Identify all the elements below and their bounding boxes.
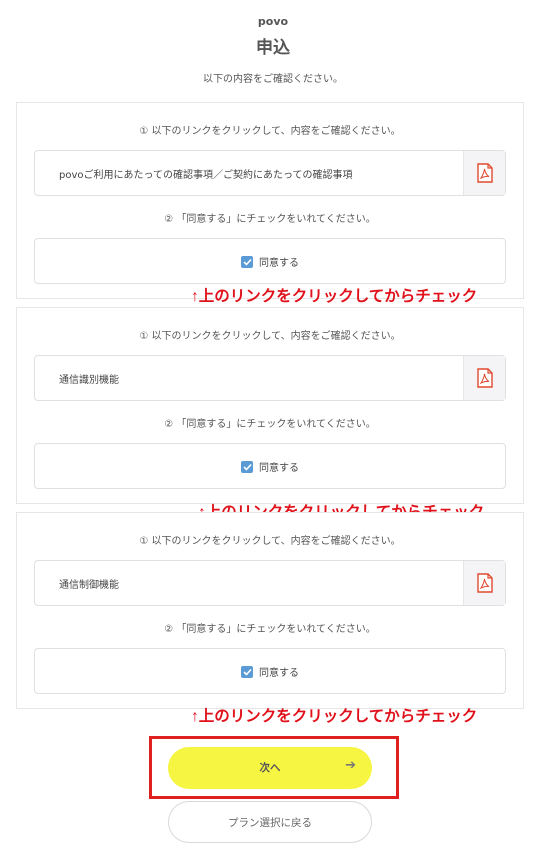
check-instruction: ② 「同意する」にチェックをいれてください。 <box>164 624 376 635</box>
link-instruction: ① 以下のリンクをクリックして、内容をご確認ください。 <box>139 331 401 342</box>
annotation-note-3: ↑上のリンクをクリックしてからチェック <box>191 708 478 725</box>
back-to-plan-button[interactable]: プラン選択に戻る <box>168 801 372 843</box>
arrow-right-icon: ➔ <box>345 758 356 773</box>
consent-section-2: ① 以下のリンクをクリックして、内容をご確認ください。 通信識別機能 ② 「同意… <box>16 307 524 504</box>
document-link-terms[interactable]: povoご利用にあたっての確認事項／ご契約にあたっての確認事項 <box>34 150 506 196</box>
consent-section-3: ① 以下のリンクをクリックして、内容をご確認ください。 通信制御機能 ② 「同意… <box>16 512 524 709</box>
pdf-icon[interactable] <box>463 561 505 605</box>
agree-label: 同意する <box>259 463 299 474</box>
checkmark-icon[interactable] <box>241 460 253 473</box>
page-subtitle: 以下の内容をご確認ください。 <box>203 74 343 85</box>
annotation-note-1: ↑上のリンクをクリックしてからチェック <box>191 288 478 305</box>
link-instruction: ① 以下のリンクをクリックして、内容をご確認ください。 <box>139 126 401 137</box>
next-button-label: 次へ <box>259 762 281 774</box>
check-instruction: ② 「同意する」にチェックをいれてください。 <box>164 419 376 430</box>
back-button-label: プラン選択に戻る <box>228 817 312 829</box>
agree-checkbox-row[interactable]: 同意する <box>34 443 506 489</box>
pdf-icon[interactable] <box>463 151 505 195</box>
document-link-label[interactable]: 通信制御機能 <box>59 576 119 591</box>
agree-checkbox-row[interactable]: 同意する <box>34 648 506 694</box>
check-instruction: ② 「同意する」にチェックをいれてください。 <box>164 214 376 225</box>
agree-checkbox-row[interactable]: 同意する <box>34 238 506 284</box>
document-link-caller-id[interactable]: 通信識別機能 <box>34 355 506 401</box>
consent-section-1: ① 以下のリンクをクリックして、内容をご確認ください。 povoご利用にあたって… <box>16 102 524 299</box>
document-link-traffic-control[interactable]: 通信制御機能 <box>34 560 506 606</box>
checkmark-icon[interactable] <box>241 665 253 678</box>
agree-label: 同意する <box>259 258 299 269</box>
document-link-label[interactable]: 通信識別機能 <box>59 371 119 386</box>
pdf-icon[interactable] <box>463 356 505 400</box>
brand-name: povo <box>257 15 289 28</box>
page-title: 申込 <box>256 38 290 58</box>
document-link-label[interactable]: povoご利用にあたっての確認事項／ご契約にあたっての確認事項 <box>59 166 353 181</box>
link-instruction: ① 以下のリンクをクリックして、内容をご確認ください。 <box>139 536 401 547</box>
checkmark-icon[interactable] <box>241 255 253 268</box>
agree-label: 同意する <box>259 668 299 679</box>
next-button[interactable]: 次へ ➔ <box>168 747 372 789</box>
